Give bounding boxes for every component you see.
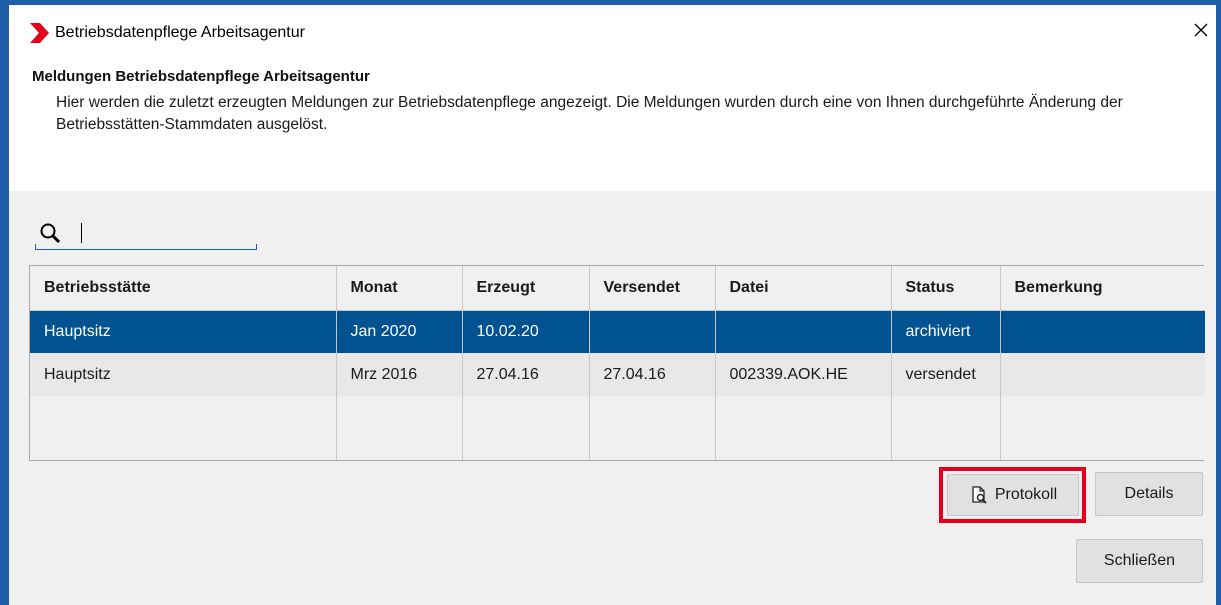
- table-cell: versendet: [891, 353, 1001, 396]
- details-button[interactable]: Details: [1095, 472, 1203, 516]
- dialog-header: Meldungen Betriebsdatenpflege Arbeitsage…: [9, 57, 1216, 191]
- search-underline-tick: [256, 244, 257, 249]
- table-cell: 27.04.16: [589, 353, 716, 396]
- column-header-bemerkung[interactable]: Bemerkung: [1000, 266, 1205, 311]
- document-search-icon: [972, 486, 987, 504]
- table-row[interactable]: Hauptsitz Jan 2020 10.02.20 archiviert: [30, 310, 1205, 353]
- empty-table-row: [30, 396, 1205, 460]
- section-description: Hier werden die zuletzt erzeugten Meldun…: [56, 94, 1123, 133]
- table-cell: [1000, 310, 1205, 353]
- protokoll-button-label: Protokoll: [994, 486, 1058, 503]
- column-header-monat[interactable]: Monat: [336, 266, 463, 311]
- close-icon: [1194, 23, 1208, 37]
- section-heading: Meldungen Betriebsdatenpflege Arbeitsage…: [32, 68, 370, 85]
- search-input[interactable]: [35, 218, 257, 250]
- table-cell: archiviert: [891, 310, 1001, 353]
- table-cell: 002339.AOK.HE: [715, 353, 892, 396]
- content-area: Betriebsstätte Monat Erzeugt Versendet D…: [9, 191, 1216, 605]
- table-cell: Jan 2020: [336, 310, 463, 353]
- table-cell: 27.04.16: [462, 353, 590, 396]
- table-header-row: Betriebsstätte Monat Erzeugt Versendet D…: [30, 266, 1205, 311]
- window-frame-left: [0, 0, 9, 605]
- table-cell: [336, 396, 463, 460]
- search-underline-tick: [35, 244, 36, 249]
- table-cell: [589, 396, 716, 460]
- details-button-label: Details: [1124, 485, 1174, 502]
- table-cell: Mrz 2016: [336, 353, 463, 396]
- table-cell: [715, 310, 892, 353]
- text-caret: [81, 223, 82, 243]
- close-button[interactable]: [1186, 15, 1216, 45]
- table-cell: Hauptsitz: [30, 310, 337, 353]
- messages-table: Betriebsstätte Monat Erzeugt Versendet D…: [29, 265, 1205, 461]
- column-header-status[interactable]: Status: [891, 266, 1001, 311]
- title-bar: Betriebsdatenpflege Arbeitsagentur: [9, 5, 1216, 57]
- table-cell: [589, 310, 716, 353]
- table-row[interactable]: Hauptsitz Mrz 2016 27.04.16 27.04.16 002…: [30, 353, 1205, 396]
- column-header-versendet[interactable]: Versendet: [589, 266, 716, 311]
- table-cell: 10.02.20: [462, 310, 590, 353]
- search-icon: [40, 223, 61, 244]
- close-dialog-button-label: Schließen: [1103, 552, 1176, 569]
- protokoll-button[interactable]: Protokoll: [947, 474, 1079, 516]
- column-header-erzeugt[interactable]: Erzeugt: [462, 266, 590, 311]
- table-cell: [30, 396, 337, 460]
- window-title: Betriebsdatenpflege Arbeitsagentur: [55, 24, 305, 41]
- table-cell: Hauptsitz: [30, 353, 337, 396]
- table-cell: [462, 396, 590, 460]
- app-logo-icon: [30, 23, 49, 43]
- column-header-betriebsstaette[interactable]: Betriebsstätte: [30, 266, 337, 311]
- table-cell: [1000, 353, 1205, 396]
- column-header-datei[interactable]: Datei: [715, 266, 892, 311]
- table-cell: [891, 396, 1001, 460]
- table-cell: [715, 396, 892, 460]
- close-dialog-button[interactable]: Schließen: [1076, 539, 1203, 583]
- window-frame-right: [1216, 0, 1221, 605]
- table-cell: [1000, 396, 1205, 460]
